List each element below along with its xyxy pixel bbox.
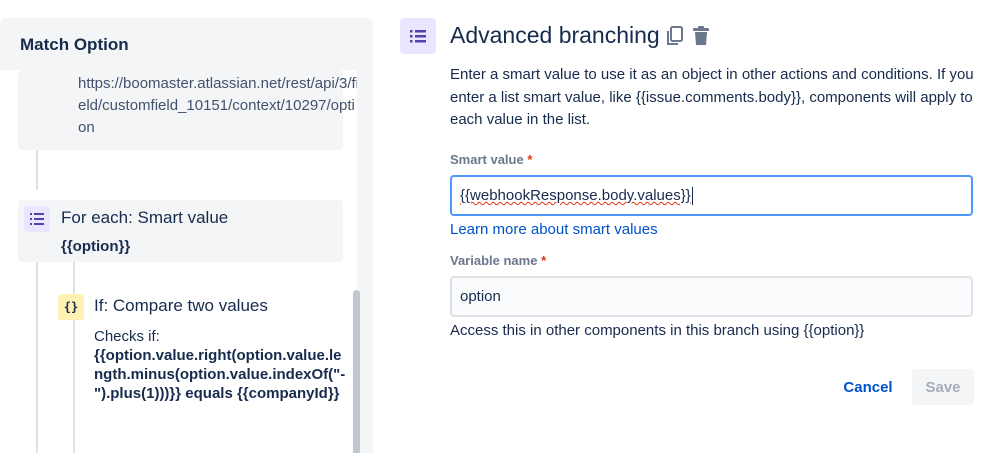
rule-components-list: https://boomaster.atlassian.net/rest/api… — [0, 70, 357, 453]
scrollbar-thumb[interactable] — [353, 290, 360, 453]
text-caret — [691, 186, 693, 205]
list-icon — [400, 18, 436, 54]
for-each-value: {{option}} — [61, 238, 131, 255]
required-marker: * — [541, 253, 547, 268]
component-description: Enter a smart value to use it as an obje… — [450, 66, 974, 128]
web-request-card[interactable]: https://boomaster.atlassian.net/rest/api… — [18, 70, 357, 150]
list-icon — [24, 206, 50, 232]
code-braces-icon: {} — [58, 294, 84, 320]
if-compare-condition-card[interactable]: {} If: Compare two values Checks if: {{o… — [52, 292, 352, 453]
smart-value-text: {{webhookResponse.body.values}} — [460, 187, 691, 204]
copy-icon[interactable] — [666, 26, 684, 51]
request-url: https://boomaster.atlassian.net/rest/api… — [78, 75, 357, 136]
for-each-title: For each: Smart value — [61, 208, 229, 227]
if-compare-title: If: Compare two values — [94, 296, 268, 315]
learn-more-link[interactable]: Learn more about smart values — [450, 221, 658, 238]
trash-icon[interactable] — [692, 26, 710, 51]
component-title: Advanced branching — [450, 22, 660, 48]
variable-name-text: option — [460, 288, 501, 305]
smart-value-input[interactable]: {{webhookResponse.body.values}} — [450, 175, 973, 216]
variable-name-label: Variable name * — [450, 253, 547, 268]
for-each-branch-card[interactable]: For each: Smart value {{option}} — [18, 200, 343, 262]
variable-helper-text: Access this in other components in this … — [450, 322, 865, 339]
rule-chain-panel: Match Option https://boomaster.atlassian… — [0, 18, 373, 453]
connector-line — [36, 245, 38, 453]
required-marker: * — [527, 152, 533, 167]
save-button[interactable]: Save — [912, 369, 974, 405]
variable-name-input[interactable]: option — [450, 276, 973, 317]
smart-value-label: Smart value * — [450, 152, 533, 167]
checks-expression: {{option.value.right(option.value.length… — [94, 347, 346, 402]
checks-label: Checks if: — [94, 328, 160, 345]
cancel-button[interactable]: Cancel — [833, 369, 903, 405]
panel-title: Match Option — [20, 35, 129, 54]
